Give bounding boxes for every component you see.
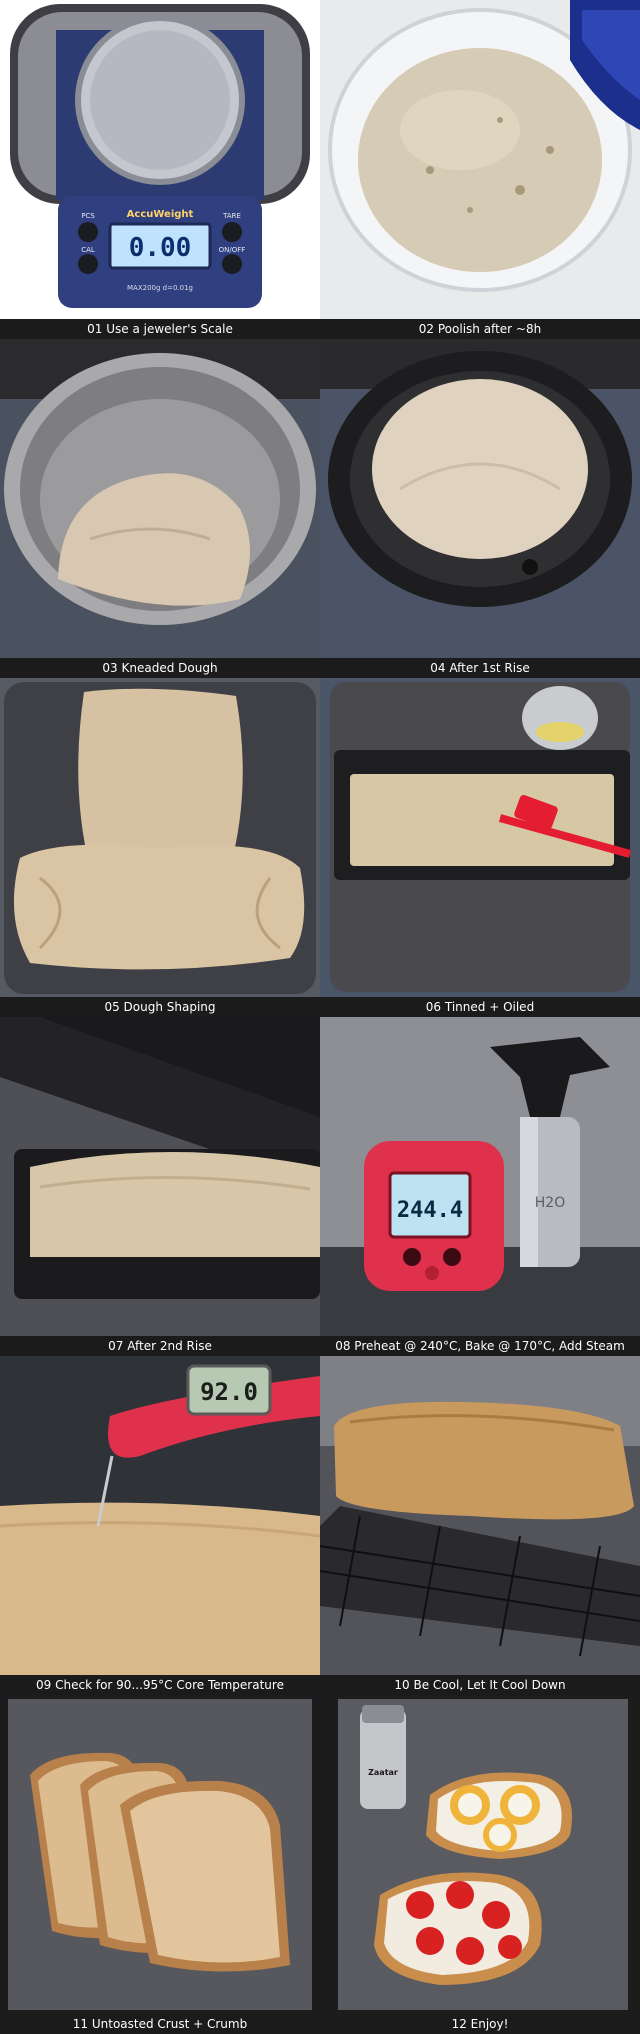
thermometer-display-text: 244.4 <box>397 1198 463 1223</box>
panel-08: H2O 244.4 08 Preheat @ 240°C, Bake @ 170… <box>320 1017 640 1356</box>
photo-dough-shaping <box>0 678 320 997</box>
panel-10: 10 Be Cool, Let It Cool Down <box>320 1356 640 1695</box>
panel-05: 05 Dough Shaping <box>0 678 320 1017</box>
photo-crust-crumb <box>0 1695 320 2014</box>
panel-03-caption: 03 Kneaded Dough <box>0 658 320 678</box>
panel-01-caption: 01 Use a jeweler's Scale <box>0 319 320 339</box>
panel-06: 06 Tinned + Oiled <box>320 678 640 1017</box>
panel-12-caption: 12 Enjoy! <box>320 2014 640 2034</box>
panel-11-caption: 11 Untoasted Crust + Crumb <box>0 2014 320 2034</box>
photo-kneaded-dough <box>0 339 320 658</box>
panel-09-caption: 09 Check for 90...95°C Core Temperature <box>0 1675 320 1695</box>
panel-09: 92.0 09 Check for 90...95°C Core Tempera… <box>0 1356 320 1695</box>
scale-button-onoff: ON/OFF <box>219 246 246 254</box>
scale-button-pcs: PCS <box>81 212 95 220</box>
scale-display-text: 0.00 <box>129 233 192 263</box>
panel-08-caption: 08 Preheat @ 240°C, Bake @ 170°C, Add St… <box>320 1336 640 1356</box>
panel-03: 03 Kneaded Dough <box>0 339 320 678</box>
panel-01: AccuWeight 0.00 PCS CAL TARE ON/OFF MAX2… <box>0 0 320 339</box>
scale-button-tare: TARE <box>222 212 241 220</box>
photo-tinned-oiled <box>320 678 640 997</box>
photo-first-rise <box>320 339 640 658</box>
photo-collage-grid: AccuWeight 0.00 PCS CAL TARE ON/OFF MAX2… <box>0 0 640 2034</box>
panel-05-caption: 05 Dough Shaping <box>0 997 320 1017</box>
photo-poolish <box>320 0 640 319</box>
scale-brand-text: AccuWeight <box>127 209 194 220</box>
panel-12: Zaatar 12 Enjoy! <box>320 1695 640 2034</box>
panel-06-caption: 06 Tinned + Oiled <box>320 997 640 1017</box>
jar-label-text: Zaatar <box>368 1768 398 1777</box>
panel-04: 04 After 1st Rise <box>320 339 640 678</box>
photo-cooling-loaf <box>320 1356 640 1675</box>
panel-02-caption: 02 Poolish after ~8h <box>320 319 640 339</box>
photo-enjoy-sandwiches: Zaatar <box>320 1695 640 2014</box>
panel-04-caption: 04 After 1st Rise <box>320 658 640 678</box>
scale-button-cal: CAL <box>81 246 95 254</box>
photo-second-rise <box>0 1017 320 1336</box>
panel-11: 11 Untoasted Crust + Crumb <box>0 1695 320 2034</box>
panel-02: 02 Poolish after ~8h <box>320 0 640 339</box>
photo-oven-thermometer: H2O 244.4 <box>320 1017 640 1336</box>
panel-07: 07 After 2nd Rise <box>0 1017 320 1356</box>
panel-10-caption: 10 Be Cool, Let It Cool Down <box>320 1675 640 1695</box>
photo-probe-thermometer: 92.0 <box>0 1356 320 1675</box>
probe-display-text: 92.0 <box>200 1378 258 1406</box>
panel-07-caption: 07 After 2nd Rise <box>0 1336 320 1356</box>
photo-jeweler-scale: AccuWeight 0.00 PCS CAL TARE ON/OFF MAX2… <box>0 0 320 319</box>
bottle-label-text: H2O <box>535 1195 565 1211</box>
scale-spec-text: MAX200g d=0.01g <box>127 284 193 292</box>
